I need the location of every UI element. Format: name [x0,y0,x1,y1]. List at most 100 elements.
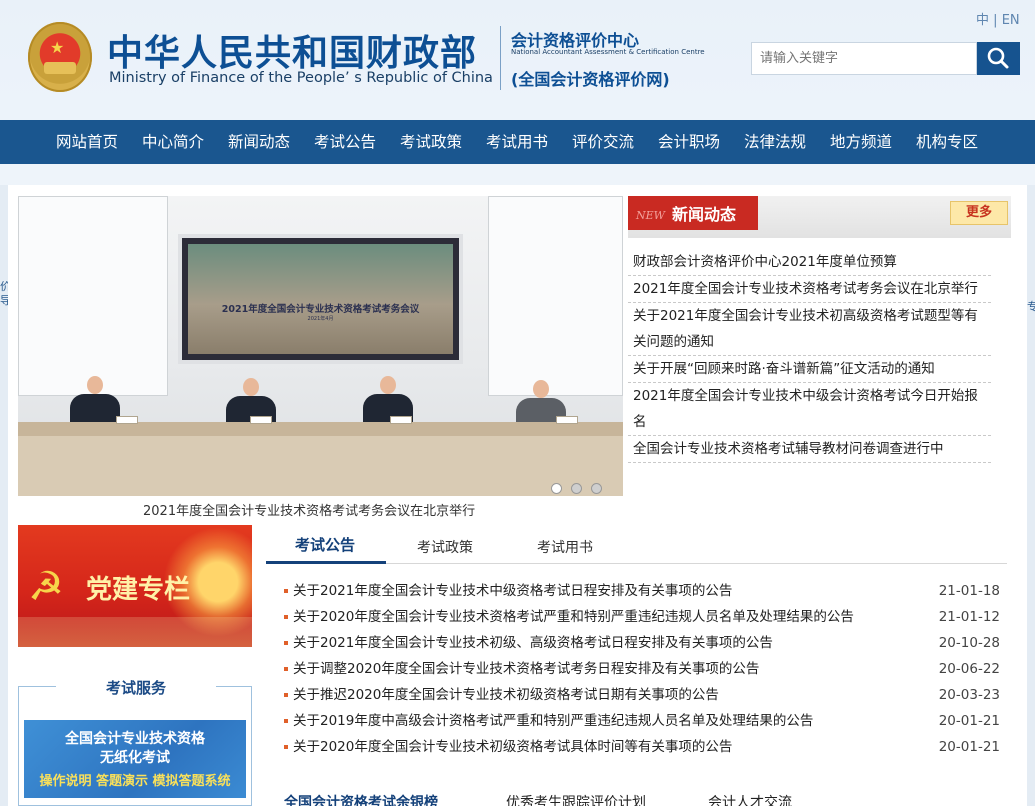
tab-exam-books[interactable]: 考试用书 [537,533,593,567]
nav-item-news[interactable]: 新闻动态 [228,120,290,164]
bullet-icon [284,693,288,697]
notice-title[interactable]: 关于2020年度全国会计专业技术资格考试严重和特别严重违纪违规人员名单及处理结果… [293,604,854,630]
notice-title[interactable]: 关于推迟2020年度全国会计专业技术初级资格考试日期有关事项的公告 [293,682,719,708]
news-item[interactable]: 关于2021年度全国会计专业技术初高级资格考试题型等有关问题的通知 [628,303,991,356]
person-head [87,376,103,394]
bullet-icon [284,615,288,619]
nameplate [250,416,272,424]
language-switch: 中 | EN [976,9,1020,28]
notice-tabs: 考试公告 考试政策 考试用书 [266,530,1007,564]
search-input[interactable] [751,42,977,75]
news-item[interactable]: 2021年度全国会计专业技术中级会计资格考试今日开始报名 [628,383,991,436]
emblem-gate [44,62,76,74]
exam-service-title: 考试服务 [56,677,216,698]
conference-table-top [18,422,623,436]
nav-item-exam-policy[interactable]: 考试政策 [400,120,462,164]
notice-row[interactable]: 关于2021年度全国会计专业技术中级资格考试日程安排及有关事项的公告 21-01… [284,578,1006,604]
party-emblem-icon: ☭ [28,564,64,610]
tab-tracking-plan[interactable]: 优秀考生跟踪评价计划 [506,792,646,806]
photo-slideshow[interactable]: 2021年度全国会计专业技术资格考试考务会议 2021年4月 [18,196,623,496]
notice-date: 20-01-21 [938,739,1000,755]
paperless-exam-banner[interactable]: 全国会计专业技术资格 无纸化考试 操作说明 答题演示 模拟答题系统 [24,720,246,798]
news-item[interactable]: 2021年度全国会计专业技术资格考试考务会议在北京举行 [628,276,991,303]
site-header: ★ 中华人民共和国财政部 Ministry of Finance of the … [0,0,1035,120]
right-side-text[interactable]: 专 [1027,300,1035,314]
bottom-section-tabs: 全国会计资格考试余银榜 优秀考生跟踪评价计划 会计人才交流 [284,792,984,806]
notice-title[interactable]: 关于2020年度全国会计专业技术初级资格考试具体时间等有关事项的公告 [293,734,732,760]
slide-window-right [488,196,623,396]
slide-dot-3[interactable] [591,483,602,494]
notice-title[interactable]: 关于2021年度全国会计专业技术初级、高级资格考试日程安排及有关事项的公告 [293,630,773,656]
news-item[interactable]: 关于开展“回顾来时路·奋斗谱新篇”征文活动的通知 [628,356,991,383]
notice-date: 21-01-18 [938,583,1000,599]
nav-item-about[interactable]: 中心简介 [142,120,204,164]
header-divider [500,26,501,90]
notice-date: 21-01-12 [938,609,1000,625]
banner-ribbon [18,617,252,647]
nameplate [390,416,412,424]
search-icon [987,47,1009,69]
lang-en-link[interactable]: EN [1002,13,1020,28]
star-icon: ★ [50,38,65,57]
slide-caption[interactable]: 2021年度全国会计专业技术资格考试考务会议在北京举行 [143,500,475,519]
nav-item-exam-notices[interactable]: 考试公告 [314,120,376,164]
notice-title[interactable]: 关于2021年度全国会计专业技术中级资格考试日程安排及有关事项的公告 [293,578,732,604]
nav-item-career[interactable]: 会计职场 [658,120,720,164]
notice-row[interactable]: 关于2021年度全国会计专业技术初级、高级资格考试日程安排及有关事项的公告 20… [284,630,1006,656]
nav-item-home[interactable]: 网站首页 [56,120,118,164]
notice-date: 20-10-28 [938,635,1000,651]
tab-talent-exchange[interactable]: 会计人才交流 [708,792,792,806]
slide-dot-1[interactable] [551,483,562,494]
bullet-icon [284,641,288,645]
nameplate [116,416,138,424]
bullet-icon [284,589,288,593]
news-section-tag: NEW 新闻动态 [628,196,758,230]
center-network-name: (全国会计资格评价网) [511,70,670,89]
notice-date: 20-01-21 [938,713,1000,729]
tab-exam-policy[interactable]: 考试政策 [417,533,473,567]
news-more-button[interactable]: 更多 [950,201,1008,225]
news-item[interactable]: 财政部会计资格评价中心2021年度单位预算 [628,249,991,276]
nav-item-exchange[interactable]: 评价交流 [572,120,634,164]
bullet-icon [284,667,288,671]
nav-item-local[interactable]: 地方频道 [830,120,892,164]
notice-date: 20-03-23 [938,687,1000,703]
screen-subtitle: 2021年4月 [307,316,334,322]
notice-row[interactable]: 关于2019年度中高级会计资格考试严重和特别严重违纪违规人员名单及处理结果的公告… [284,708,1006,734]
bullet-icon [284,745,288,749]
notice-title[interactable]: 关于调整2020年度全国会计专业技术资格考试考务日程安排及有关事项的公告 [293,656,759,682]
tab-exam-notices[interactable]: 考试公告 [295,530,355,564]
center-name-en: National Accountant Assessment & Certifi… [511,48,705,56]
screen-title: 2021年度全国会计专业技术资格考试考务会议 [221,304,420,315]
notice-row[interactable]: 关于调整2020年度全国会计专业技术资格考试考务日程安排及有关事项的公告 20-… [284,656,1006,682]
news-list: 财政部会计资格评价中心2021年度单位预算 2021年度全国会计专业技术资格考试… [628,249,991,463]
banner-line-1: 全国会计专业技术资格 [65,731,205,747]
lang-separator: | [993,13,998,28]
new-tag-text: NEW [636,209,665,222]
search-button[interactable] [977,42,1020,75]
nav-item-exam-books[interactable]: 考试用书 [486,120,548,164]
national-emblem-icon[interactable]: ★ [28,22,92,92]
notice-title[interactable]: 关于2019年度中高级会计资格考试严重和特别严重违纪违规人员名单及处理结果的公告 [293,708,813,734]
nameplate [556,416,578,424]
lang-cn-link[interactable]: 中 [976,13,989,28]
news-section-title: 新闻动态 [672,205,737,224]
screen-image: 2021年度全国会计专业技术资格考试考务会议 2021年4月 [188,244,453,354]
site-title-cn[interactable]: 中华人民共和国财政部 [107,24,477,76]
slide-window-left [18,196,168,396]
nav-item-laws[interactable]: 法律法规 [744,120,806,164]
slide-dot-2[interactable] [571,483,582,494]
notice-row[interactable]: 关于推迟2020年度全国会计专业技术初级资格考试日期有关事项的公告 20-03-… [284,682,1006,708]
banner-line-3: 操作说明 答题演示 模拟答题系统 [39,774,231,789]
notice-row[interactable]: 关于2020年度全国会计专业技术初级资格考试具体时间等有关事项的公告 20-01… [284,734,1006,760]
person-head [243,378,259,396]
nav-item-institutions[interactable]: 机构专区 [916,120,978,164]
tab-honor-list[interactable]: 全国会计资格考试余银榜 [284,792,438,806]
left-side-strip [0,185,8,806]
party-banner-label: 党建专栏 [86,575,191,605]
party-building-banner[interactable]: ☭ 党建专栏 [18,525,252,647]
banner-line-2: 无纸化考试 [100,750,170,766]
person-head [533,380,549,398]
news-item[interactable]: 全国会计专业技术资格考试辅导教材问卷调查进行中 [628,436,991,463]
notice-row[interactable]: 关于2020年度全国会计专业技术资格考试严重和特别严重违纪违规人员名单及处理结果… [284,604,1006,630]
